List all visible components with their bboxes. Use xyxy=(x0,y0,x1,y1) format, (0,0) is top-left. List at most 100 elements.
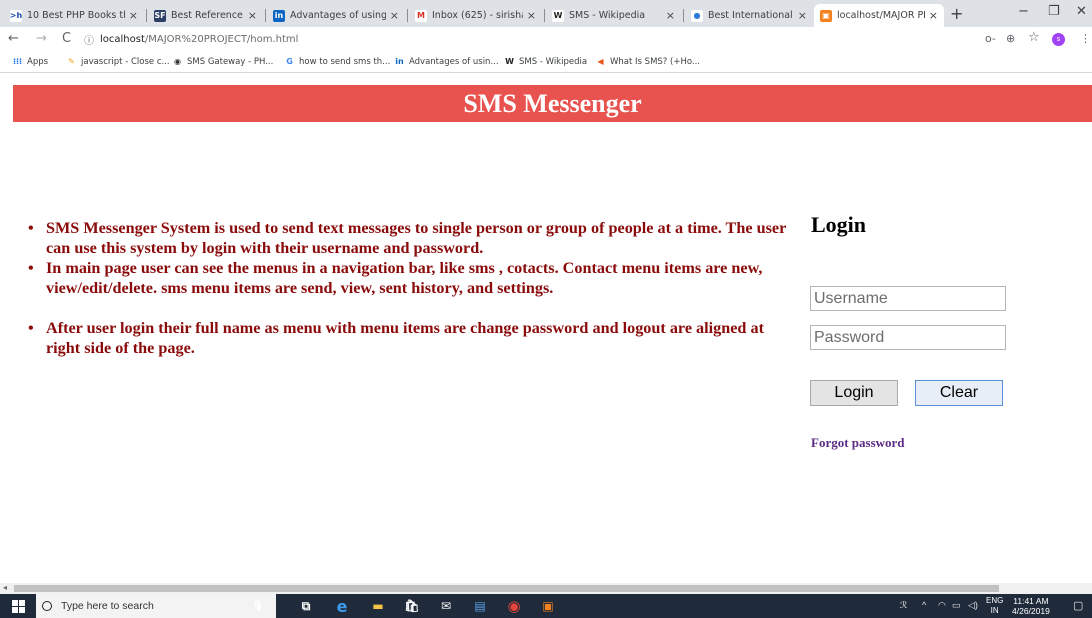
profile-avatar[interactable]: s xyxy=(1052,33,1065,46)
windows-start-icon[interactable] xyxy=(12,600,25,613)
bookmark-label: Advantages of usin... xyxy=(409,56,499,67)
zoom-icon[interactable]: ⊕ xyxy=(1006,32,1015,45)
bookmark-what-is-sms[interactable]: ◀ What Is SMS? (+Ho... xyxy=(595,56,700,67)
close-tab-icon[interactable]: × xyxy=(929,9,938,22)
tab-favicon-icon: ▣ xyxy=(820,9,832,22)
bookmarks-bar: ⁝⁝⁝ Apps ✎ javascript - Close c... ◉ SMS Ga… xyxy=(0,52,1092,73)
bookmark-label: SMS Gateway - PH... xyxy=(187,56,274,67)
taskbar-clock[interactable]: 11:41 AM 4/26/2019 xyxy=(1012,596,1050,616)
tab-separator xyxy=(146,9,147,22)
new-tab-button[interactable]: + xyxy=(950,4,963,23)
bookmark-label: SMS - Wikipedia xyxy=(519,56,588,67)
tab-favicon-icon: W xyxy=(552,9,564,22)
bookmark-javascript[interactable]: ✎ javascript - Close c... xyxy=(66,56,170,67)
password-field[interactable] xyxy=(810,325,1006,350)
globe-icon: ◉ xyxy=(174,57,181,66)
wikipedia-icon: W xyxy=(505,57,514,66)
close-tab-icon[interactable]: × xyxy=(666,9,675,22)
volume-icon[interactable]: ◁) xyxy=(968,600,978,611)
page-title: SMS Messenger xyxy=(463,89,642,118)
url-host: localhost xyxy=(100,34,145,45)
tab-favicon-icon: >h xyxy=(9,9,23,22)
bookmark-apps[interactable]: ⁝⁝⁝ Apps xyxy=(12,56,48,67)
linkedin-icon: in xyxy=(395,57,404,66)
bookmark-advantages[interactable]: in Advantages of usin... xyxy=(394,56,499,67)
info-icon[interactable]: ⓘ xyxy=(84,32,94,47)
apps-grid-icon: ⁝⁝⁝ xyxy=(12,57,23,66)
close-tab-icon[interactable]: × xyxy=(248,9,257,22)
wifi-icon[interactable]: ◠ xyxy=(938,600,946,611)
edge-icon[interactable]: e xyxy=(334,597,350,616)
bookmark-sms-wikipedia[interactable]: W SMS - Wikipedia xyxy=(504,56,587,67)
feature-list: SMS Messenger System is used to send tex… xyxy=(28,218,794,358)
tab-advantages-sms[interactable]: in Advantages of using SI × xyxy=(267,4,405,27)
tab-title: Inbox (625) - sirishago xyxy=(432,10,523,21)
maximize-button[interactable]: ❐ xyxy=(1048,4,1060,19)
tab-reference-books[interactable]: SF Best Reference Books - × xyxy=(148,4,263,27)
close-tab-icon[interactable]: × xyxy=(390,9,399,22)
people-icon[interactable]: ℛ xyxy=(900,600,907,611)
microphone-icon[interactable]: 🎙 xyxy=(250,598,266,614)
tab-gmail-inbox[interactable]: M Inbox (625) - sirishago × xyxy=(409,4,542,27)
forgot-password-link[interactable]: Forgot password xyxy=(811,435,905,451)
file-explorer-icon[interactable]: ▬ xyxy=(370,598,386,614)
bookmark-site-icon: ◀ xyxy=(597,57,604,66)
lang-bottom: IN xyxy=(990,606,999,615)
minimize-button[interactable]: − xyxy=(1018,4,1029,19)
browser-menu-icon[interactable]: ⋮ xyxy=(1080,32,1091,45)
task-view-icon[interactable]: ⧉ xyxy=(298,598,314,614)
tab-title: Best Reference Books - xyxy=(171,10,244,21)
close-tab-icon[interactable]: × xyxy=(527,9,536,22)
tab-favicon-icon: M xyxy=(415,9,427,22)
notification-icon[interactable]: ▢ xyxy=(1073,599,1083,612)
mail-icon[interactable]: ✉ xyxy=(438,598,454,614)
clear-button[interactable]: Clear xyxy=(915,380,1003,406)
tab-title: localhost/MAJOR PRO xyxy=(837,10,925,21)
login-button[interactable]: Login xyxy=(810,380,898,406)
bookmark-label: What Is SMS? (+Ho... xyxy=(610,56,700,67)
scrollbar-thumb[interactable] xyxy=(14,585,999,592)
bookmark-star-icon[interactable]: ☆ xyxy=(1028,30,1040,45)
cortana-icon xyxy=(42,601,52,611)
tab-separator xyxy=(544,9,545,22)
username-field[interactable] xyxy=(810,286,1006,311)
browser-tab-bar: >h 10 Best PHP Books tha × SF Best Refer… xyxy=(0,0,1092,27)
tab-php-books[interactable]: >h 10 Best PHP Books tha × xyxy=(4,4,144,27)
tab-title: 10 Best PHP Books tha xyxy=(27,10,125,21)
taskbar-search-input[interactable]: Type here to search xyxy=(36,594,276,618)
list-item: In main page user can see the menus in a… xyxy=(28,258,794,298)
bookmark-label: javascript - Close c... xyxy=(81,56,170,67)
google-icon: G xyxy=(286,57,293,66)
chrome-icon[interactable]: ◉ xyxy=(506,597,522,615)
reload-button[interactable]: C xyxy=(62,31,71,46)
tab-title: Best International Jour xyxy=(708,10,794,21)
bookmark-label: how to send sms th... xyxy=(299,56,391,67)
back-button[interactable]: ← xyxy=(8,31,19,46)
tab-favicon-icon: ● xyxy=(691,9,703,22)
tab-international-journal[interactable]: ● Best International Jour × xyxy=(685,4,813,27)
tab-sms-wikipedia[interactable]: W SMS - Wikipedia × xyxy=(546,4,681,27)
horizontal-scrollbar[interactable]: ◂ xyxy=(0,583,1092,594)
key-icon[interactable]: o- xyxy=(985,32,996,45)
forward-button[interactable]: → xyxy=(36,31,47,46)
bookmark-label: Apps xyxy=(27,56,49,67)
chevron-up-icon[interactable]: ^ xyxy=(922,600,926,610)
xampp-icon[interactable]: ▣ xyxy=(540,598,556,614)
list-item: SMS Messenger System is used to send tex… xyxy=(28,218,794,258)
language-indicator[interactable]: ENG IN xyxy=(986,596,1003,616)
close-window-button[interactable]: ✕ xyxy=(1076,4,1087,19)
bookmark-how-to-send-sms[interactable]: Ghow to send sms th... xyxy=(284,56,390,67)
scroll-left-arrow-icon[interactable]: ◂ xyxy=(3,583,7,592)
search-placeholder: Type here to search xyxy=(61,600,154,612)
bookmark-sms-gateway[interactable]: ◉ SMS Gateway - PH... xyxy=(172,56,273,67)
store-icon[interactable]: 🛍 xyxy=(404,598,420,614)
tab-localhost-active[interactable]: ▣ localhost/MAJOR PRO × xyxy=(814,4,944,27)
battery-icon[interactable]: ▭ xyxy=(952,600,961,611)
page-header: SMS Messenger xyxy=(13,85,1092,122)
pencil-icon: ✎ xyxy=(68,57,75,66)
close-tab-icon[interactable]: × xyxy=(129,9,138,22)
close-tab-icon[interactable]: × xyxy=(798,9,807,22)
tab-separator xyxy=(407,9,408,22)
url-input[interactable]: ⓘ localhost/MAJOR%20PROJECT/hom.html xyxy=(84,30,964,49)
notepad-icon[interactable]: ▤ xyxy=(472,598,488,614)
